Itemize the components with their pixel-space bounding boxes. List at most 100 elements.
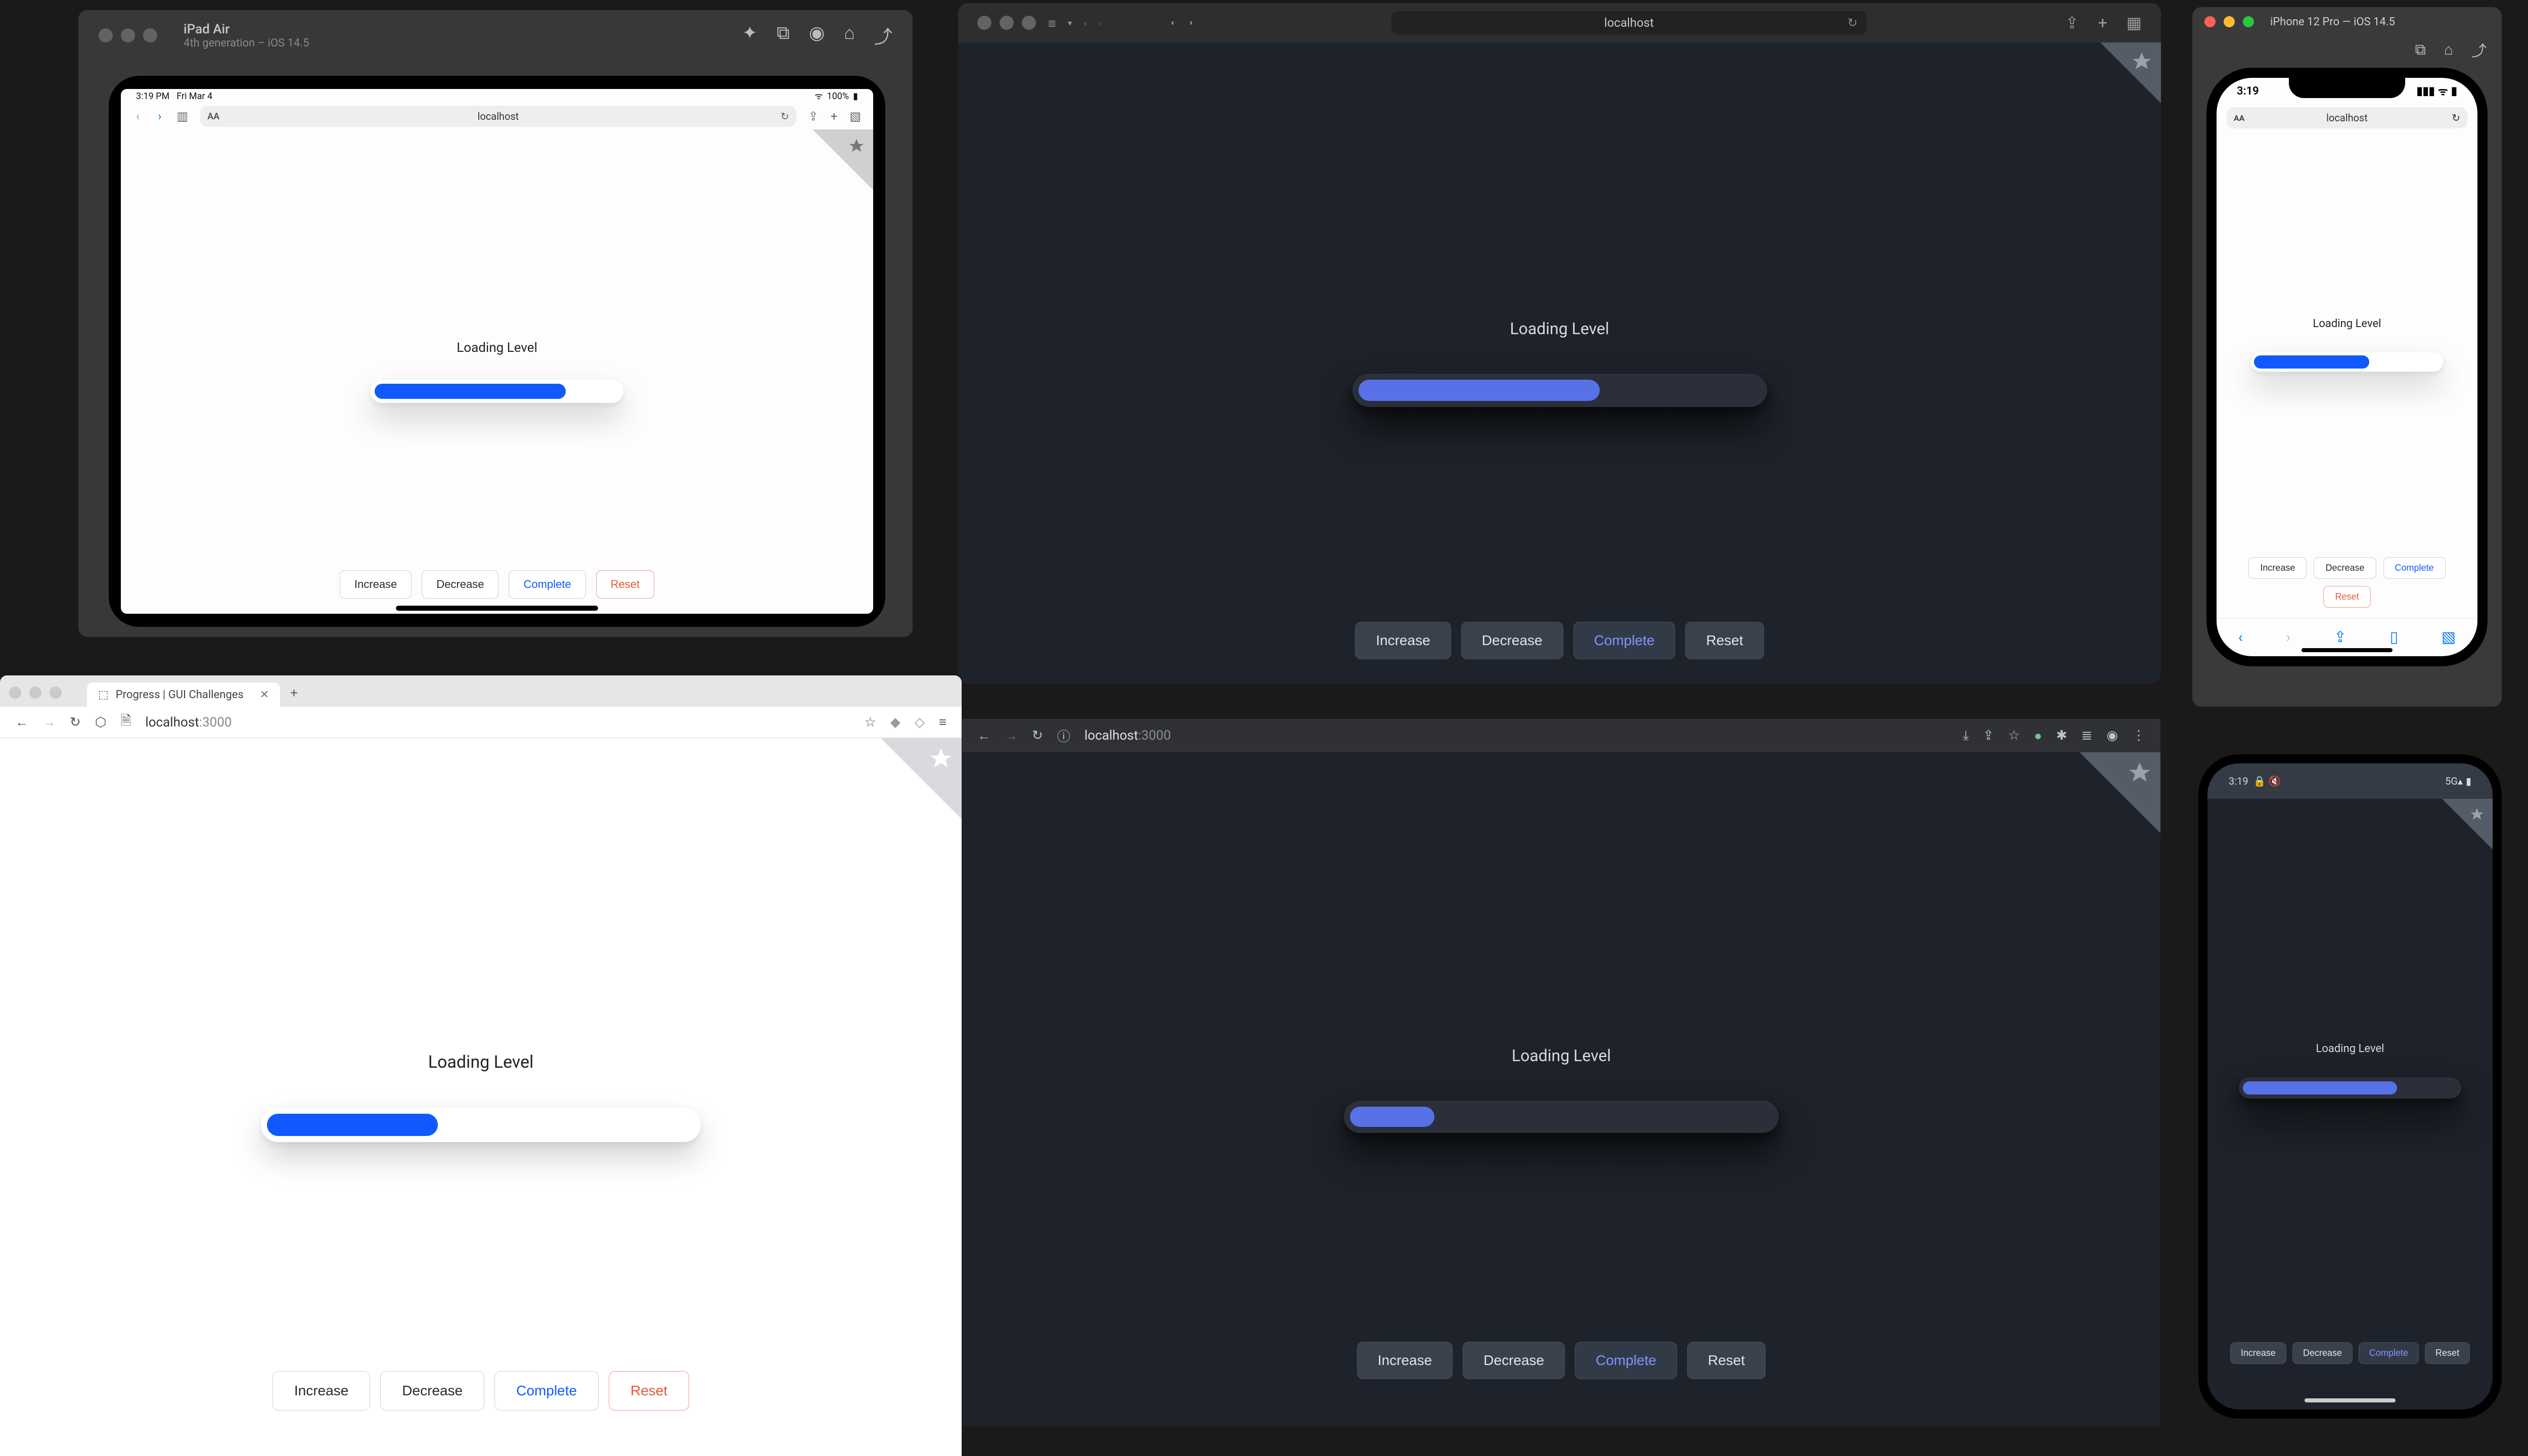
back-button[interactable]: ← — [15, 714, 28, 730]
back-button[interactable]: ‹ — [2238, 628, 2243, 646]
decrease-button[interactable]: Decrease — [2292, 1342, 2353, 1364]
sidebar-icon[interactable]: ▥ — [176, 109, 188, 123]
share-icon[interactable]: ⇪ — [808, 109, 819, 123]
browser-tab[interactable]: ⬚ Progress | GUI Challenges ✕ — [87, 682, 280, 707]
record-icon[interactable]: ◉ — [809, 22, 825, 49]
bookmarks-icon[interactable]: ▯ — [2390, 628, 2399, 646]
extension-icon[interactable]: ● — [2034, 728, 2042, 744]
tabs-icon[interactable]: ▧ — [849, 109, 861, 123]
brave-window: ⬚ Progress | GUI Challenges ✕ + ← → ↻ ⬡ … — [0, 675, 962, 1456]
appearance-icon[interactable]: ◑ — [1188, 18, 1193, 28]
decrease-button[interactable]: Decrease — [1461, 622, 1563, 659]
rotate-icon[interactable]: ⤴ — [874, 22, 892, 49]
reset-button[interactable]: Reset — [2323, 586, 2370, 608]
magic-icon[interactable]: ✦ — [742, 22, 757, 49]
reset-button[interactable]: Reset — [596, 570, 654, 599]
share-icon[interactable]: ⇪ — [1983, 728, 1994, 743]
notch — [2289, 78, 2405, 98]
reload-icon[interactable]: ↻ — [1032, 728, 1043, 743]
increase-button[interactable]: Increase — [2248, 557, 2307, 579]
forward-button[interactable]: › — [1099, 18, 1101, 28]
complete-button[interactable]: Complete — [509, 570, 585, 599]
complete-button[interactable]: Complete — [2359, 1342, 2419, 1364]
dropdown-icon[interactable]: ▾ — [1068, 18, 1072, 28]
increase-button[interactable]: Increase — [2230, 1342, 2286, 1364]
reset-button[interactable]: Reset — [1685, 622, 1764, 659]
install-icon[interactable]: ⤓ — [1963, 728, 1969, 744]
button-row: Increase Decrease Complete Reset — [340, 570, 654, 599]
shield-icon[interactable]: ⬡ — [95, 715, 107, 730]
reload-icon[interactable]: ↻ — [1847, 16, 1858, 30]
increase-button[interactable]: Increase — [273, 1371, 370, 1410]
share-icon[interactable]: ⇪ — [2065, 13, 2079, 32]
reset-button[interactable]: Reset — [2425, 1342, 2470, 1364]
complete-button[interactable]: Complete — [494, 1371, 599, 1410]
screenshot-icon[interactable]: ⧉ — [777, 22, 790, 49]
traffic-lights[interactable] — [977, 16, 1036, 30]
complete-button[interactable]: Complete — [2383, 557, 2446, 579]
url-field[interactable]: AA localhost ↻ — [2227, 107, 2467, 128]
reading-list-icon[interactable]: ≣ — [2082, 728, 2093, 743]
profile-icon[interactable]: ◉ — [2106, 728, 2118, 743]
reload-icon[interactable]: ↻ — [781, 110, 789, 122]
visbug-corner-icon[interactable] — [2080, 752, 2160, 833]
home-icon[interactable]: ⌂ — [844, 22, 855, 49]
wallet-icon[interactable]: ◇ — [915, 715, 925, 730]
sidebar-icon[interactable]: ▥ — [1048, 18, 1056, 28]
traffic-lights[interactable] — [9, 687, 62, 699]
close-tab-icon[interactable]: ✕ — [260, 689, 269, 701]
rotate-icon[interactable]: ⤴ — [2471, 38, 2487, 61]
tabs-icon[interactable]: ▧ — [2442, 628, 2456, 646]
shield-icon[interactable]: ◐ — [1171, 18, 1176, 28]
menu-icon[interactable]: ⋮ — [2132, 728, 2145, 743]
forward-button[interactable]: → — [1005, 728, 1018, 744]
share-icon[interactable]: ⇪ — [2334, 628, 2346, 646]
complete-button[interactable]: Complete — [1575, 1342, 1677, 1379]
visbug-corner-icon[interactable] — [2442, 799, 2493, 849]
reset-button[interactable]: Reset — [609, 1371, 689, 1410]
reader-aa-icon[interactable]: AA — [207, 111, 219, 122]
new-tab-icon[interactable]: + — [831, 109, 838, 123]
puzzle-icon[interactable]: ✱ — [2056, 728, 2067, 743]
back-button[interactable]: ‹ — [133, 109, 143, 123]
back-button[interactable]: ← — [977, 728, 990, 744]
visbug-corner-icon[interactable] — [812, 129, 873, 190]
new-tab-icon[interactable]: + — [290, 686, 298, 701]
new-tab-icon[interactable]: + — [2098, 13, 2107, 32]
decrease-button[interactable]: Decrease — [422, 570, 499, 599]
complete-button[interactable]: Complete — [1573, 622, 1676, 659]
decrease-button[interactable]: Decrease — [2314, 557, 2376, 579]
increase-button[interactable]: Increase — [340, 570, 412, 599]
url-field[interactable]: localhost ↻ — [1391, 11, 1867, 34]
battery-icon: ▮ — [853, 91, 858, 102]
bookmark-star-icon[interactable]: ☆ — [2008, 728, 2020, 743]
reader-aa-icon[interactable]: AA — [2234, 113, 2244, 123]
tabs-icon[interactable]: ▦ — [2127, 13, 2142, 32]
bookmark-star-icon[interactable]: ☆ — [865, 715, 876, 730]
screenshot-icon[interactable]: ⧉ — [2415, 41, 2425, 59]
safari-page-content: Loading Level Increase Decrease Complete… — [958, 42, 2161, 684]
reload-icon[interactable]: ↻ — [70, 715, 81, 730]
decrease-button[interactable]: Decrease — [1463, 1342, 1565, 1379]
url-field[interactable]: localhost:3000 — [1085, 728, 1171, 743]
reload-icon[interactable]: ↻ — [2452, 112, 2460, 124]
iphone-sim-title: iPhone 12 Pro — iOS 14.5 — [2270, 16, 2395, 28]
decrease-button[interactable]: Decrease — [380, 1371, 484, 1410]
url-field[interactable]: AA localhost ↻ — [200, 106, 796, 127]
traffic-lights[interactable] — [99, 28, 157, 42]
visbug-corner-icon[interactable] — [2100, 42, 2161, 103]
back-button[interactable]: ‹ — [1084, 18, 1087, 28]
traffic-lights[interactable] — [2204, 16, 2254, 27]
forward-button[interactable]: › — [2286, 628, 2290, 646]
info-icon[interactable]: ⓘ — [1057, 726, 1070, 745]
rewards-icon[interactable]: ◆ — [890, 715, 900, 730]
forward-button[interactable]: → — [42, 714, 56, 730]
visbug-corner-icon[interactable] — [881, 738, 962, 819]
menu-icon[interactable]: ≡ — [939, 714, 946, 730]
url-field[interactable]: localhost:3000 — [145, 715, 850, 730]
increase-button[interactable]: Increase — [1357, 1342, 1453, 1379]
increase-button[interactable]: Increase — [1355, 622, 1451, 659]
forward-button[interactable]: › — [155, 109, 164, 123]
home-icon[interactable]: ⌂ — [2444, 41, 2453, 59]
reset-button[interactable]: Reset — [1687, 1342, 1766, 1379]
